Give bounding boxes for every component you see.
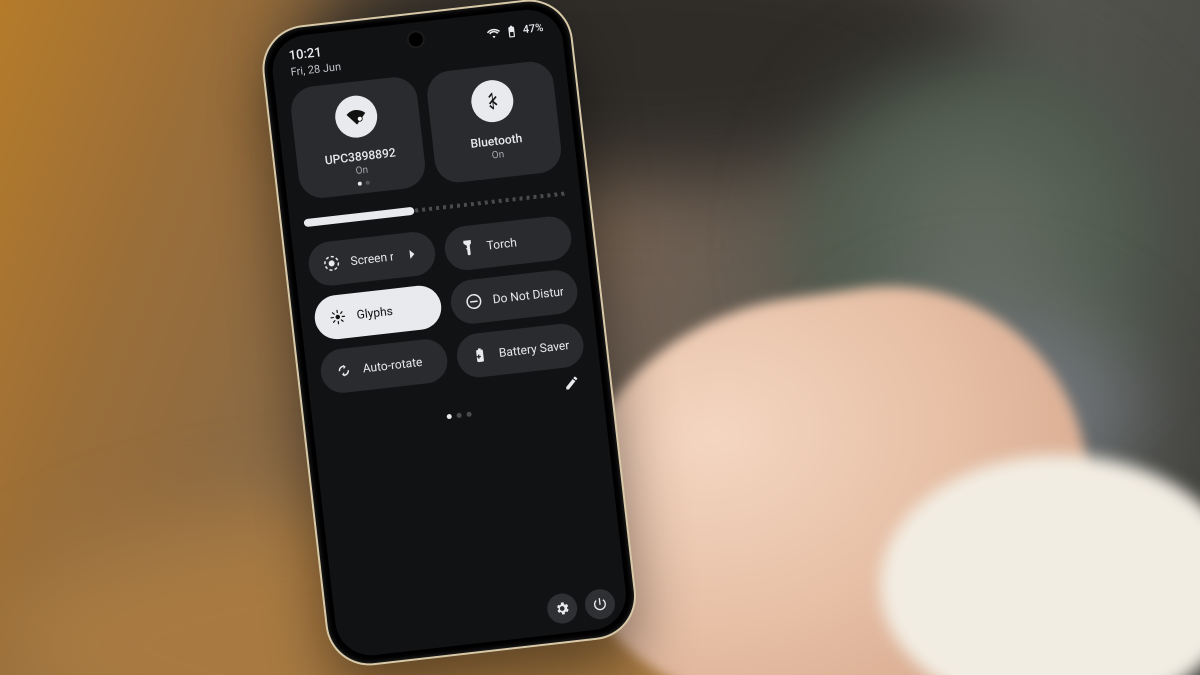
brightness-fill xyxy=(303,207,414,227)
tile-battery-saver-label: Battery Saver xyxy=(498,338,570,360)
chevron-right-icon xyxy=(402,244,422,264)
torch-icon xyxy=(458,238,478,258)
phone-screen: 10:21 47% Fri, 28 Jun UPC3898892 On xyxy=(269,6,630,659)
tile-torch[interactable]: Torch xyxy=(442,214,573,272)
tile-screen-record[interactable]: Screen record xyxy=(306,230,437,288)
settings-button[interactable] xyxy=(546,592,579,625)
status-time: 10:21 xyxy=(288,45,322,64)
dnd-icon xyxy=(464,292,484,312)
pencil-icon xyxy=(563,374,581,392)
battery-percent: 47% xyxy=(522,21,544,36)
tile-wifi[interactable]: UPC3898892 On xyxy=(289,75,428,201)
power-icon xyxy=(591,595,609,613)
tile-glyphs[interactable]: Glyphs xyxy=(312,283,443,341)
wifi-icon xyxy=(332,93,378,139)
tile-dnd-label: Do Not Disturb xyxy=(492,284,564,306)
power-button[interactable] xyxy=(583,588,616,621)
record-icon xyxy=(322,253,342,273)
bluetooth-icon xyxy=(469,78,515,124)
battery-saver-icon xyxy=(470,345,490,365)
auto-rotate-icon xyxy=(334,361,354,381)
tile-auto-rotate-label: Auto-rotate xyxy=(362,355,423,376)
wifi-icon xyxy=(486,25,501,40)
edit-tiles-button[interactable] xyxy=(563,374,581,395)
glyphs-icon xyxy=(328,307,348,327)
tile-wifi-label: UPC3898892 xyxy=(324,145,396,167)
tile-screen-record-label: Screen record xyxy=(350,249,394,268)
battery-icon xyxy=(504,23,519,38)
tile-torch-label: Torch xyxy=(486,235,518,252)
tile-wifi-sub: On xyxy=(355,165,369,177)
tile-bluetooth[interactable]: Bluetooth On xyxy=(425,59,564,185)
tile-glyphs-label: Glyphs xyxy=(356,304,394,322)
tile-dnd[interactable]: Do Not Disturb xyxy=(449,268,580,326)
tile-wifi-pager xyxy=(300,174,427,192)
gear-icon xyxy=(553,600,571,618)
tile-bt-label: Bluetooth xyxy=(470,131,523,151)
tile-bt-sub: On xyxy=(491,149,505,161)
